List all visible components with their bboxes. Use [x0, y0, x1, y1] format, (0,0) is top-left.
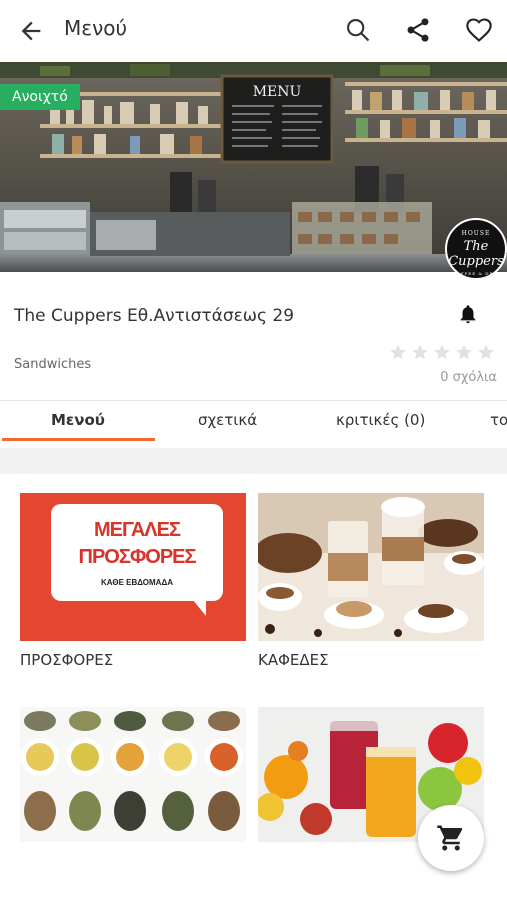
logo-text-bottom: COFFEE & DELI	[452, 271, 500, 276]
back-arrow-icon[interactable]	[16, 17, 46, 45]
star-icon	[412, 344, 428, 360]
store-logo: HOUSE The Cuppers COFFEE & DELI	[445, 218, 507, 280]
tab-reviews[interactable]: κριτικές (0)	[336, 411, 425, 429]
cart-button[interactable]	[418, 805, 484, 871]
coffee-cups-image	[258, 493, 484, 641]
bell-icon[interactable]	[457, 302, 479, 326]
chalkboard-title: MENU	[253, 84, 302, 100]
tab-bar: Μενού σχετικά κριτικές (0) τοπ	[0, 401, 507, 443]
offers-banner-line3: ΚΑΘΕ ΕΒΔΟΜΑΔΑ	[101, 578, 173, 587]
app-bar: Μενού	[0, 0, 507, 62]
share-icon[interactable]	[404, 16, 432, 44]
tab-menu[interactable]: Μενού	[51, 411, 105, 429]
tab-more[interactable]: τοπ	[490, 411, 507, 429]
page-title: Μενού	[64, 16, 128, 40]
section-separator	[0, 448, 507, 474]
comments-count[interactable]: 0 σχόλια	[400, 370, 497, 385]
active-tab-indicator	[2, 438, 155, 441]
star-icon	[390, 344, 406, 360]
star-icon	[478, 344, 494, 360]
heart-icon[interactable]	[465, 16, 493, 44]
star-icon	[456, 344, 472, 360]
category-label-offers[interactable]: ΠΡΟΣΦΟΡΕΣ	[20, 651, 113, 669]
logo-text-main: The Cuppers	[448, 239, 504, 269]
logo-text-top: HOUSE	[461, 230, 491, 237]
tea-cups-image	[20, 707, 246, 842]
category-tile-offers[interactable]: ΜΕΓΑΛΕΣ ΠΡΟΣΦΟΡΕΣ ΚΑΘΕ ΕΒΔΟΜΑΔΑ	[20, 493, 246, 641]
star-icon	[434, 344, 450, 360]
offers-banner-line2: ΠΡΟΣΦΟΡΕΣ	[78, 546, 197, 568]
category-tile-teas[interactable]	[20, 707, 246, 842]
offers-banner-line1: ΜΕΓΑΛΕΣ	[94, 519, 181, 541]
store-name: The Cuppers Εθ.Αντιστάσεως 29	[14, 306, 295, 326]
open-status-badge: Ανοιχτό	[0, 84, 80, 110]
speech-bubble-tail	[188, 594, 206, 616]
store-category: Sandwiches	[14, 357, 92, 372]
tab-about[interactable]: σχετικά	[198, 411, 257, 429]
category-tile-coffees[interactable]	[258, 493, 484, 641]
cart-icon	[437, 825, 463, 851]
rating-stars	[389, 343, 495, 361]
search-icon[interactable]	[344, 16, 372, 44]
category-label-coffees[interactable]: ΚΑΦΕΔΕΣ	[258, 651, 329, 669]
offers-banner: ΜΕΓΑΛΕΣ ΠΡΟΣΦΟΡΕΣ ΚΑΘΕ ΕΒΔΟΜΑΔΑ	[51, 504, 223, 601]
